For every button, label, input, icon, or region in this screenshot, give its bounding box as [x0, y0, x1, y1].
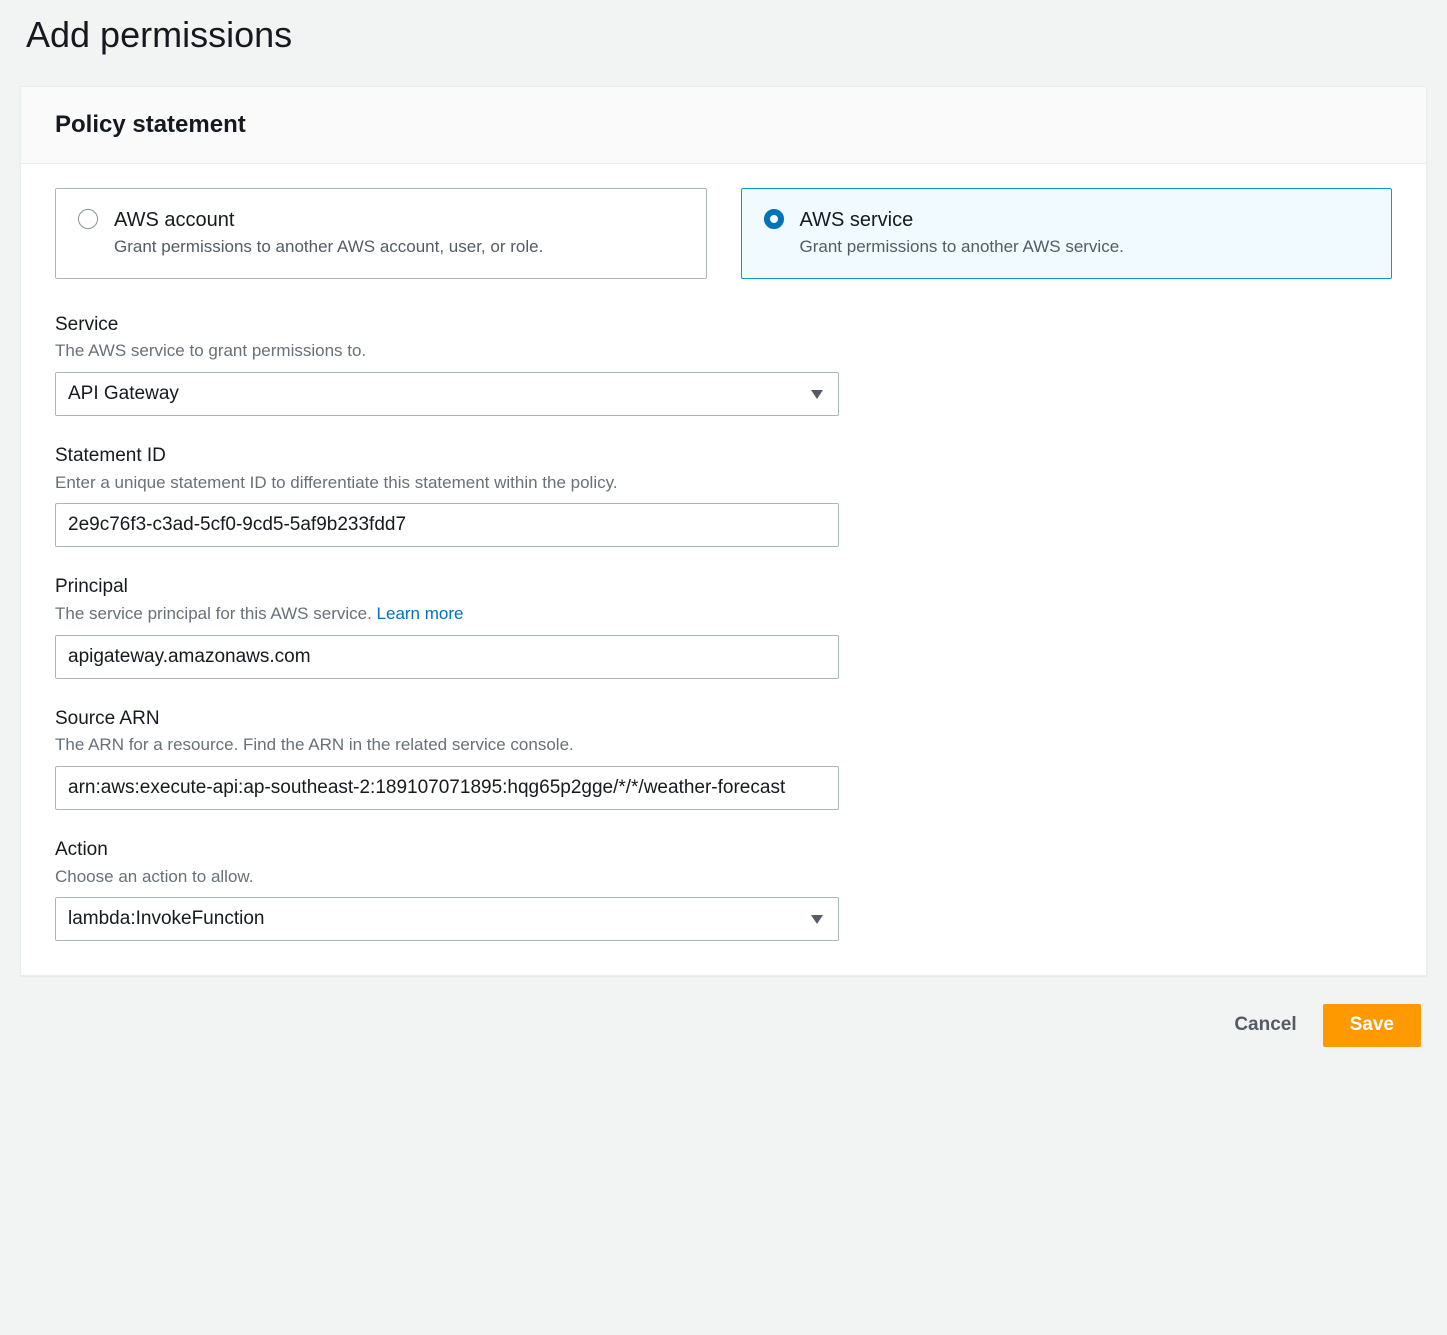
cancel-button[interactable]: Cancel — [1222, 1004, 1308, 1047]
permission-target-radio-group: AWS account Grant permissions to another… — [55, 188, 1392, 279]
field-source-arn-hint: The ARN for a resource. Find the ARN in … — [55, 733, 839, 758]
panel-header-title: Policy statement — [55, 111, 1392, 139]
action-select[interactable]: lambda:InvokeFunction — [55, 897, 839, 941]
field-action: Action Choose an action to allow. lambda… — [55, 838, 839, 941]
field-statement-id-hint: Enter a unique statement ID to different… — [55, 471, 839, 496]
field-statement-id: Statement ID Enter a unique statement ID… — [55, 444, 839, 547]
field-principal: Principal The service principal for this… — [55, 575, 839, 678]
field-principal-label: Principal — [55, 575, 839, 600]
radio-aws-account[interactable]: AWS account Grant permissions to another… — [55, 188, 707, 279]
radio-aws-service-title: AWS service — [800, 207, 1124, 233]
principal-input[interactable] — [55, 635, 839, 679]
statement-id-input[interactable] — [55, 503, 839, 547]
radio-aws-service[interactable]: AWS service Grant permissions to another… — [741, 188, 1393, 279]
field-service: Service The AWS service to grant permiss… — [55, 313, 839, 416]
policy-statement-panel: Policy statement AWS account Grant permi… — [20, 86, 1427, 976]
radio-circle-icon — [764, 209, 784, 229]
field-statement-id-label: Statement ID — [55, 444, 839, 469]
field-source-arn: Source ARN The ARN for a resource. Find … — [55, 707, 839, 810]
field-service-label: Service — [55, 313, 839, 338]
radio-aws-account-desc: Grant permissions to another AWS account… — [114, 235, 543, 260]
field-service-hint: The AWS service to grant permissions to. — [55, 339, 839, 364]
field-source-arn-label: Source ARN — [55, 707, 839, 732]
save-button[interactable]: Save — [1323, 1004, 1421, 1047]
field-principal-hint: The service principal for this AWS servi… — [55, 602, 839, 627]
service-select-value: API Gateway — [68, 383, 179, 405]
page-title: Add permissions — [26, 14, 1427, 56]
radio-circle-icon — [78, 209, 98, 229]
radio-aws-service-desc: Grant permissions to another AWS service… — [800, 235, 1124, 260]
footer-buttons: Cancel Save — [20, 1004, 1427, 1047]
action-select-value: lambda:InvokeFunction — [68, 908, 264, 930]
radio-aws-account-title: AWS account — [114, 207, 543, 233]
panel-header: Policy statement — [21, 87, 1426, 164]
principal-learn-more-link[interactable]: Learn more — [377, 604, 464, 623]
field-action-hint: Choose an action to allow. — [55, 865, 839, 890]
panel-body: AWS account Grant permissions to another… — [21, 164, 1426, 975]
source-arn-input[interactable] — [55, 766, 839, 810]
field-action-label: Action — [55, 838, 839, 863]
service-select[interactable]: API Gateway — [55, 372, 839, 416]
